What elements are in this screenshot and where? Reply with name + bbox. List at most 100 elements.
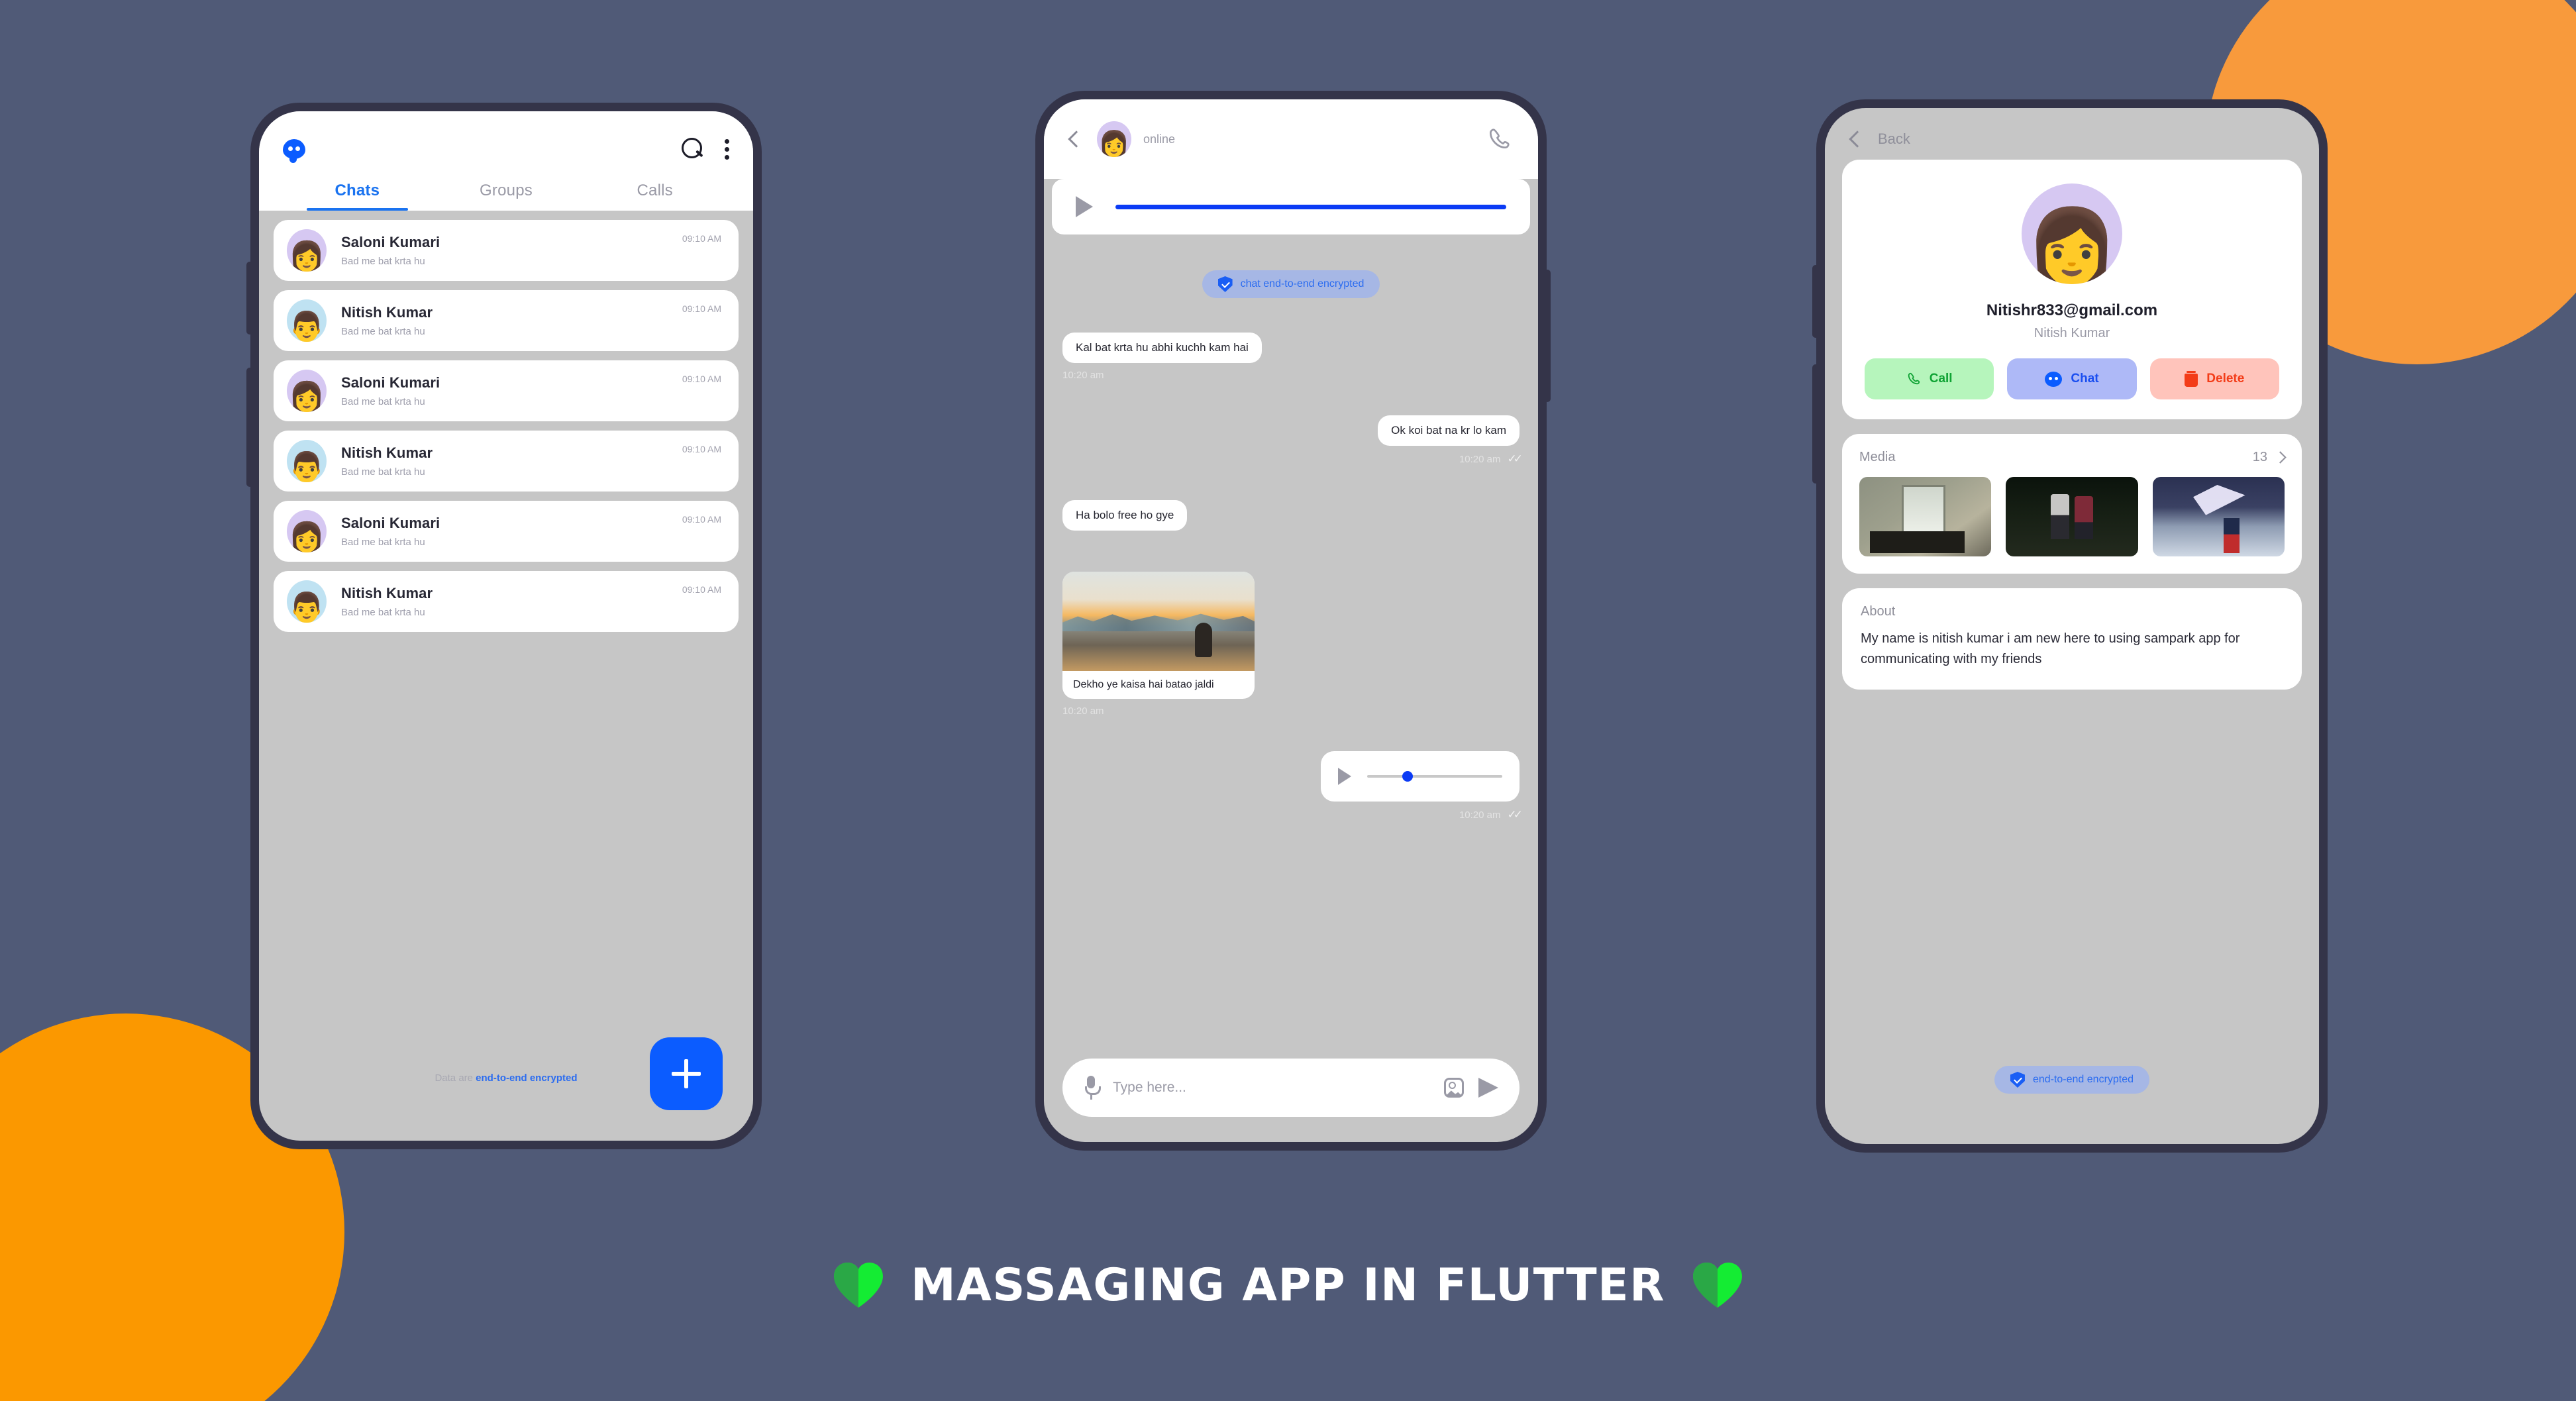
media-see-all[interactable]: 13 — [2253, 450, 2287, 465]
media-thumbnail[interactable] — [1859, 477, 1992, 556]
media-thumbnail[interactable] — [2152, 477, 2285, 556]
about-text: My name is nitish kumar i am new here to… — [1861, 631, 2240, 666]
play-icon[interactable] — [1338, 768, 1351, 785]
more-vertical-icon[interactable] — [724, 138, 729, 160]
encryption-note-link[interactable]: end-to-end encrypted — [476, 1072, 577, 1084]
footer-title: MASSAGING APP IN FLUTTER — [911, 1259, 1665, 1312]
chevron-left-icon[interactable] — [1068, 130, 1085, 148]
message-bubble[interactable]: Ok koi bat na kr lo kam — [1378, 415, 1520, 446]
message-row: 10:20 am ✓✓ — [1062, 751, 1523, 821]
avatar[interactable]: 👩 — [1097, 121, 1131, 157]
chat-bubble-icon — [2045, 371, 2063, 387]
message-meta: 10:20 am ✓✓ — [1459, 808, 1523, 821]
chat-timestamp: 09:10 AM — [682, 303, 721, 314]
image-message[interactable]: Dekho ye kaisa hai batao jaldi — [1062, 572, 1255, 699]
avatar: 👩 — [287, 370, 327, 412]
chat-timestamp: 09:10 AM — [682, 444, 721, 454]
image-icon[interactable] — [1444, 1078, 1464, 1098]
phone-side-button — [1812, 364, 1819, 484]
phone-mockup-chats: Chats Groups Calls 👩 Saloni Kumari Bad me … — [246, 103, 762, 1149]
about-title: About — [1861, 604, 1896, 619]
chats-screen: Chats Groups Calls 👩 Saloni Kumari Bad me … — [259, 111, 753, 1141]
play-icon[interactable] — [1076, 196, 1093, 217]
media-thumbnail[interactable] — [2006, 477, 2138, 556]
call-button[interactable]: Call — [1865, 358, 1994, 399]
tab-chats[interactable]: Chats — [283, 182, 432, 211]
chat-button[interactable]: Chat — [2007, 358, 2137, 399]
voice-message[interactable] — [1321, 751, 1520, 802]
composer: Type here... — [1044, 1059, 1538, 1142]
new-chat-fab[interactable] — [650, 1037, 723, 1110]
search-icon[interactable] — [682, 138, 704, 160]
chat-list-item[interactable]: 👨 Nitish Kumar Bad me bat krta hu 09:10 AM — [274, 571, 739, 632]
tab-calls[interactable]: Calls — [580, 182, 729, 211]
profile-card: 👩 Nitishr833@gmail.com Nitish Kumar Call… — [1842, 160, 2302, 419]
avatar: 👩 — [287, 229, 327, 272]
chat-list-item[interactable]: 👨 Nitish Kumar Bad me bat krta hu 09:10 AM — [274, 431, 739, 492]
chat-list-item[interactable]: 👩 Saloni Kumari Bad me bat krta hu 09:10 AM — [274, 501, 739, 562]
conversation-screen: 👩 online chat end-to-end encrypted Kal b… — [1044, 99, 1538, 1142]
phone-side-button — [246, 368, 253, 487]
online-status: online — [1143, 132, 1176, 146]
media-thumbnails — [1859, 477, 2285, 556]
phone-mockup-profile: Back 👩 Nitishr833@gmail.com Nitish Kumar… — [1812, 99, 2328, 1153]
back-button[interactable]: Back — [1825, 108, 2319, 160]
trash-icon — [2185, 371, 2198, 387]
phone-icon[interactable] — [1486, 127, 1512, 152]
chat-preview-text: Bad me bat krta hu — [341, 396, 425, 407]
message-input-placeholder[interactable]: Type here... — [1113, 1080, 1429, 1096]
message-timestamp: 10:20 am — [1062, 705, 1104, 717]
voice-progress-knob[interactable] — [1402, 771, 1414, 782]
encryption-note: Data are end-to-end encrypted — [435, 1072, 577, 1084]
chat-preview-text: Bad me bat krta hu — [341, 537, 425, 548]
media-title: Media — [1859, 450, 1896, 464]
shield-check-icon — [1217, 276, 1233, 292]
profile-footer: end-to-end encrypted — [1825, 1049, 2319, 1144]
chats-footer: Data are end-to-end encrypted — [259, 1015, 753, 1141]
chat-list-item[interactable]: 👩 Saloni Kumari Bad me bat krta hu 09:10 AM — [274, 220, 739, 281]
encryption-badge: chat end-to-end encrypted — [1202, 270, 1380, 298]
chats-tabbar: Chats Groups Calls — [283, 182, 729, 211]
microphone-icon[interactable] — [1084, 1076, 1101, 1100]
top-audio-player[interactable] — [1052, 179, 1530, 234]
message-input-bar[interactable]: Type here... — [1062, 1059, 1520, 1117]
message-timestamp: 10:20 am — [1459, 809, 1501, 821]
message-bubble[interactable]: Kal bat krta hu abhi kuchh kam hai — [1062, 333, 1262, 363]
voice-progress-track[interactable] — [1367, 771, 1502, 782]
chat-contact-name: Saloni Kumari — [341, 234, 440, 250]
heart-icon — [834, 1263, 883, 1308]
encryption-note-prefix: Data are — [435, 1072, 476, 1084]
message-meta: 10:20 am — [1062, 705, 1104, 717]
avatar: 👨 — [287, 580, 327, 623]
chat-preview-text: Bad me bat krta hu — [341, 256, 425, 267]
chat-timestamp: 09:10 AM — [682, 584, 721, 595]
avatar: 👨 — [287, 440, 327, 482]
chat-list-item[interactable]: 👨 Nitish Kumar Bad me bat krta hu 09:10 AM — [274, 290, 739, 351]
chat-preview-text: Bad me bat krta hu — [341, 326, 425, 337]
chat-list-item[interactable]: 👩 Saloni Kumari Bad me bat krta hu 09:10 AM — [274, 360, 739, 421]
message-list[interactable]: chat end-to-end encrypted Kal bat krta h… — [1044, 234, 1538, 1059]
chat-timestamp: 09:10 AM — [682, 233, 721, 244]
message-row: Dekho ye kaisa hai batao jaldi 10:20 am — [1062, 565, 1520, 717]
avatar: 👨 — [287, 299, 327, 342]
message-bubble[interactable]: Ha bolo free ho gye — [1062, 500, 1188, 531]
encryption-badge-label: end-to-end encrypted — [2032, 1074, 2134, 1085]
audio-progress-bar[interactable] — [1115, 204, 1506, 209]
phone-mockup-conversation: 👩 online chat end-to-end encrypted Kal b… — [1035, 91, 1551, 1151]
heart-icon — [1692, 1263, 1742, 1308]
send-icon[interactable] — [1478, 1078, 1498, 1098]
chat-list[interactable]: 👩 Saloni Kumari Bad me bat krta hu 09:10 AM… — [259, 211, 753, 1015]
message-row: Ok koi bat na kr lo kam 10:20 am ✓✓ — [1062, 415, 1523, 466]
profile-name: Nitish Kumar — [2034, 326, 2110, 340]
chevron-right-icon — [2274, 451, 2287, 464]
chat-contact-name: Saloni Kumari — [341, 374, 440, 391]
phone-side-button — [246, 262, 253, 335]
tab-groups[interactable]: Groups — [432, 182, 581, 211]
back-label: Back — [1878, 130, 1910, 147]
chat-button-label: Chat — [2071, 372, 2099, 386]
phone-icon — [1906, 372, 1921, 386]
delete-button[interactable]: Delete — [2149, 358, 2279, 399]
phone-side-button — [1812, 265, 1819, 338]
profile-email: Nitishr833@gmail.com — [1986, 301, 2158, 319]
